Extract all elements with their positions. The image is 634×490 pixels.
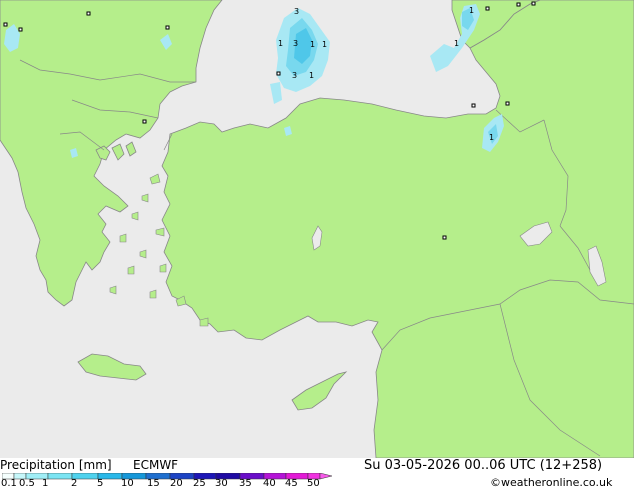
legend-label: 35	[239, 478, 252, 489]
legend-label: 45	[285, 478, 298, 489]
city-marker	[442, 235, 447, 240]
city-marker	[165, 25, 170, 30]
precip-value: 3	[292, 71, 297, 80]
precip-value: 1	[489, 133, 494, 142]
map-area: 3 1 3 1 1 3 1 1 1 1	[0, 0, 634, 458]
legend-arrow	[319, 473, 333, 480]
legend-label: 0.5	[19, 478, 35, 489]
city-marker	[485, 6, 490, 11]
chart-title: Precipitation [mm]	[0, 458, 112, 472]
city-marker	[142, 119, 147, 124]
city-marker	[531, 1, 536, 6]
site-credit: ©weatheronline.co.uk	[490, 476, 613, 489]
precip-value: 3	[294, 7, 299, 16]
legend-label: 2	[71, 478, 78, 489]
legend-swatch	[47, 473, 73, 480]
city-marker	[276, 71, 281, 76]
legend-label: 50	[307, 478, 320, 489]
legend-label: 40	[263, 478, 276, 489]
legend-label: 25	[193, 478, 206, 489]
legend-label: 1	[42, 478, 49, 489]
precip-value: 1	[322, 40, 327, 49]
city-marker	[471, 103, 476, 108]
legend-label: 15	[147, 478, 160, 489]
legend-label: 30	[215, 478, 228, 489]
precip-value: 3	[293, 39, 298, 48]
legend-label: 5	[97, 478, 104, 489]
forecast-datetime: Su 03-05-2026 00..06 UTC (12+258)	[364, 458, 603, 473]
precip-value: 1	[454, 39, 459, 48]
city-marker	[3, 22, 8, 27]
city-marker	[516, 2, 521, 7]
precip-value: 1	[278, 39, 283, 48]
model-name: ECMWF	[133, 458, 179, 472]
city-marker	[18, 27, 23, 32]
map-canvas: 3 1 3 1 1 3 1 1 1 1	[0, 0, 634, 458]
city-marker	[86, 11, 91, 16]
precip-value: 1	[469, 6, 474, 15]
legend-label: 0.1	[1, 478, 17, 489]
precip-value: 1	[309, 71, 314, 80]
legend-label: 10	[121, 478, 134, 489]
precip-value: 1	[310, 40, 315, 49]
legend-label: 20	[170, 478, 183, 489]
city-marker	[505, 101, 510, 106]
footer-bar: Precipitation [mm] ECMWF Su 03-05-2026 0…	[0, 458, 634, 490]
